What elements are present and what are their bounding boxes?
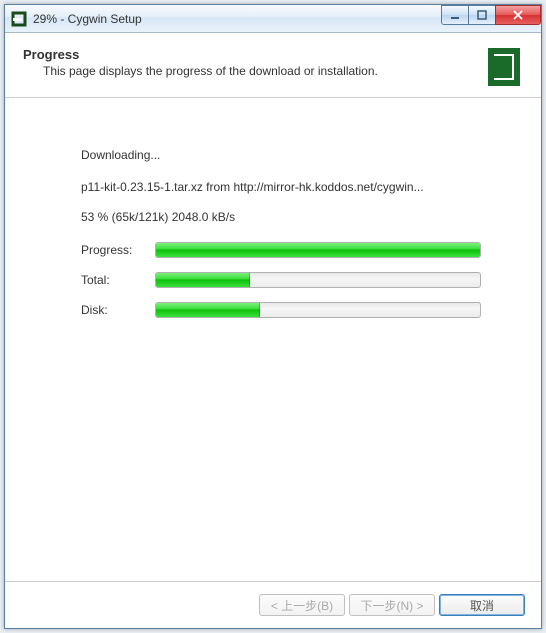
status-action: Downloading... — [81, 148, 481, 162]
progress-bar-fill — [156, 243, 480, 257]
next-button[interactable]: 下一步(N) > — [349, 594, 435, 616]
cygwin-logo — [475, 47, 523, 87]
footer: < 上一步(B) 下一步(N) > 取消 — [5, 581, 541, 628]
window-title: 29% - Cygwin Setup — [33, 12, 442, 26]
progress-row: Progress: — [81, 242, 481, 258]
disk-bar-fill — [156, 303, 260, 317]
window: 29% - Cygwin Setup Progress This page di… — [4, 4, 542, 629]
page-title: Progress — [23, 47, 475, 62]
maximize-button[interactable] — [468, 5, 496, 25]
total-label: Total: — [81, 273, 155, 287]
close-button[interactable] — [495, 5, 541, 25]
total-bar-fill — [156, 273, 250, 287]
total-bar — [155, 272, 481, 288]
cancel-button[interactable]: 取消 — [439, 594, 525, 616]
disk-bar — [155, 302, 481, 318]
status-file: p11-kit-0.23.15-1.tar.xz from http://mir… — [81, 180, 481, 194]
back-button[interactable]: < 上一步(B) — [259, 594, 345, 616]
progress-bar — [155, 242, 481, 258]
minimize-button[interactable] — [441, 5, 469, 25]
titlebar[interactable]: 29% - Cygwin Setup — [5, 5, 541, 33]
total-row: Total: — [81, 272, 481, 288]
window-controls — [442, 5, 541, 25]
progress-body: Downloading... p11-kit-0.23.15-1.tar.xz … — [5, 98, 541, 581]
disk-label: Disk: — [81, 303, 155, 317]
progress-label: Progress: — [81, 243, 155, 257]
disk-row: Disk: — [81, 302, 481, 318]
app-icon — [11, 11, 27, 27]
page-header: Progress This page displays the progress… — [5, 33, 541, 98]
content: Progress This page displays the progress… — [5, 33, 541, 628]
page-subtitle: This page displays the progress of the d… — [23, 64, 475, 78]
status-percent: 53 % (65k/121k) 2048.0 kB/s — [81, 210, 481, 224]
